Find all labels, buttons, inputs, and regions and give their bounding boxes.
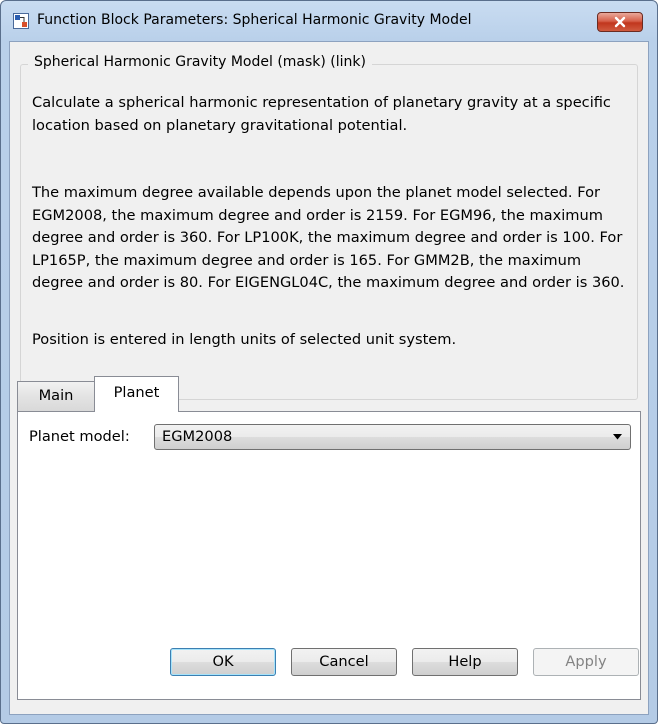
planet-model-dropdown[interactable]: EGM2008 [154, 424, 631, 450]
close-button[interactable] [597, 12, 643, 32]
tab-planet[interactable]: Planet [94, 376, 179, 412]
ok-button[interactable]: OK [170, 648, 276, 676]
apply-button[interactable]: Apply [533, 648, 639, 676]
simulink-block-icon [13, 13, 29, 29]
planet-model-label: Planet model: [29, 428, 130, 445]
chevron-down-icon [613, 434, 622, 440]
description-paragraph-1: Calculate a spherical harmonic represent… [32, 94, 611, 134]
cancel-button[interactable]: Cancel [291, 648, 397, 676]
planet-model-value: EGM2008 [162, 428, 233, 445]
dialog-window: Function Block Parameters: Spherical Har… [0, 0, 658, 724]
window-title: Function Block Parameters: Spherical Har… [37, 12, 472, 28]
groupbox-legend: Spherical Harmonic Gravity Model (mask) … [28, 54, 372, 70]
description-paragraph-3: Position is entered in length units of s… [32, 331, 457, 348]
tab-main[interactable]: Main [17, 381, 95, 411]
description-paragraph-2: The maximum degree available depends upo… [32, 184, 625, 291]
title-bar[interactable]: Function Block Parameters: Spherical Har… [1, 1, 657, 41]
help-button[interactable]: Help [412, 648, 518, 676]
close-x-icon [614, 16, 626, 28]
dialog-client-area: Spherical Harmonic Gravity Model (mask) … [9, 41, 649, 715]
